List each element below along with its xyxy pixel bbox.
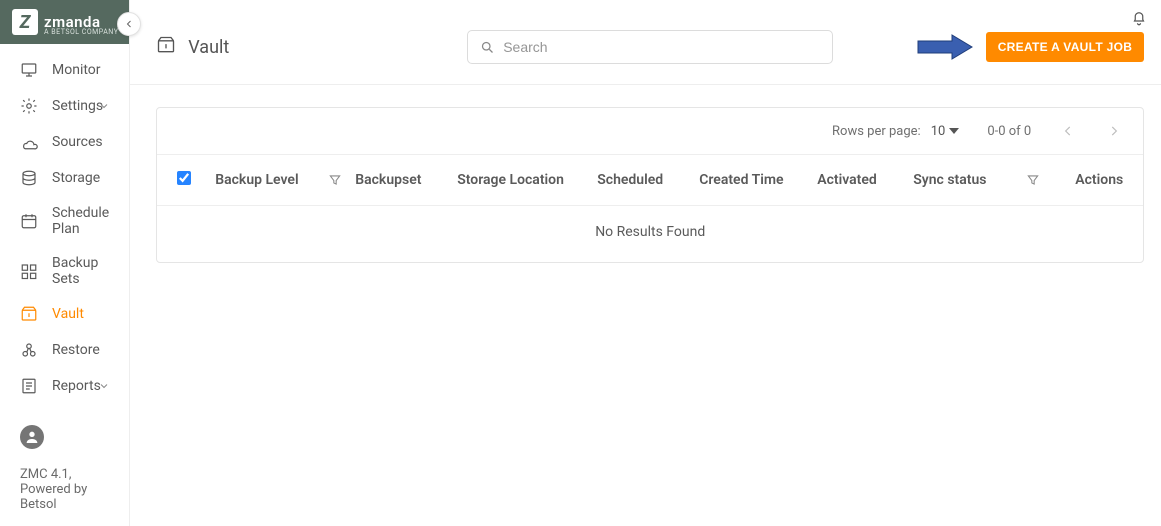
filter-backup-level-button[interactable] <box>325 173 345 187</box>
brand-mark-icon: Z <box>12 9 38 35</box>
sidebar-item-label: Settings <box>52 98 103 114</box>
vault-icon <box>20 305 38 323</box>
calendar-icon <box>20 212 38 230</box>
search-icon <box>480 40 495 55</box>
column-activated[interactable]: Activated <box>817 172 903 188</box>
sidebar-item-vault[interactable]: Vault <box>0 296 129 332</box>
sidebar-footer: ZMC 4.1, Powered by Betsol <box>0 415 129 526</box>
select-all-checkbox[interactable] <box>177 171 191 185</box>
sidebar-nav: Monitor Settings Sources Storage Schedul… <box>0 44 129 415</box>
sidebar-item-label: Restore <box>52 342 100 358</box>
sidebar-item-custom-reports[interactable]: Custom Reports <box>0 404 129 415</box>
create-vault-job-button[interactable]: CREATE A VAULT JOB <box>986 32 1145 62</box>
sidebar-item-reports[interactable]: Reports <box>0 368 129 404</box>
reports-icon <box>20 377 38 395</box>
sidebar-item-label: Schedule Plan <box>52 205 109 237</box>
sidebar-item-backup-sets[interactable]: Backup Sets <box>0 246 129 296</box>
filter-icon <box>1026 173 1040 187</box>
select-all-cell <box>177 171 205 189</box>
sidebar-item-settings[interactable]: Settings <box>0 88 129 124</box>
prev-page-button[interactable] <box>1059 122 1077 140</box>
rows-per-page-value: 10 <box>931 124 946 139</box>
sidebar-item-sources[interactable]: Sources <box>0 124 129 160</box>
sidebar-item-storage[interactable]: Storage <box>0 160 129 196</box>
column-storage-location[interactable]: Storage Location <box>457 172 587 188</box>
topbar <box>130 0 1161 24</box>
next-page-button[interactable] <box>1105 122 1123 140</box>
column-actions: Actions <box>1053 172 1123 188</box>
user-menu-button[interactable] <box>20 425 44 449</box>
search-box[interactable] <box>467 30 833 64</box>
vault-icon <box>156 35 176 59</box>
sidebar-item-label: Vault <box>52 306 84 322</box>
sidebar-item-label: Monitor <box>52 62 101 78</box>
gear-icon <box>20 97 38 115</box>
sidebar-item-label: Storage <box>52 170 100 186</box>
storage-icon <box>20 169 38 187</box>
filter-icon <box>328 173 342 187</box>
rows-per-page-label: Rows per page: <box>832 124 921 139</box>
sidebar-item-label: Reports <box>52 378 101 394</box>
table-pagination-bar: Rows per page: 10 0-0 of 0 <box>157 108 1143 155</box>
filter-sync-status-button[interactable] <box>1023 173 1043 187</box>
sources-icon <box>20 133 38 151</box>
footer-version: ZMC 4.1, Powered by Betsol <box>20 467 109 512</box>
page-title: Vault <box>188 37 229 58</box>
pagination-range: 0-0 of 0 <box>987 124 1031 139</box>
caret-down-icon <box>949 126 959 136</box>
vault-table-card: Rows per page: 10 0-0 of 0 <box>156 107 1144 263</box>
column-backupset[interactable]: Backupset <box>355 172 447 188</box>
sidebar-item-label: Backup Sets <box>52 255 109 287</box>
chevron-down-icon <box>97 99 111 113</box>
brand-tagline: A BETSOL COMPANY <box>44 28 118 36</box>
backupsets-icon <box>20 262 38 280</box>
sidebar-item-schedule-plan[interactable]: Schedule Plan <box>0 196 129 246</box>
table-empty-message: No Results Found <box>157 206 1143 262</box>
sidebar: Z zmanda A BETSOL COMPANY Monitor Settin… <box>0 0 130 526</box>
chevron-down-icon <box>97 379 111 393</box>
sidebar-item-label: Sources <box>52 134 103 150</box>
sidebar-header: Z zmanda A BETSOL COMPANY <box>0 0 129 44</box>
page-header: Vault CREATE A VAULT JOB <box>130 24 1161 85</box>
chevron-left-icon <box>1061 124 1075 138</box>
arrow-annotation-icon <box>916 33 974 61</box>
search-input[interactable] <box>503 39 820 55</box>
restore-icon <box>20 341 38 359</box>
column-created-time[interactable]: Created Time <box>699 172 807 188</box>
sidebar-item-monitor[interactable]: Monitor <box>0 52 129 88</box>
column-scheduled[interactable]: Scheduled <box>597 172 689 188</box>
sidebar-item-restore[interactable]: Restore <box>0 332 129 368</box>
table-header-row: Backup Level Backupset Storage Location … <box>157 155 1143 206</box>
rows-per-page-select[interactable]: 10 <box>931 124 960 139</box>
column-backup-level[interactable]: Backup Level <box>215 172 315 188</box>
monitor-icon <box>20 61 38 79</box>
sidebar-item-label: Custom Reports <box>52 413 109 415</box>
column-sync-status[interactable]: Sync status <box>913 172 1013 188</box>
user-icon <box>24 429 40 445</box>
main: Vault CREATE A VAULT JOB Rows per page <box>130 0 1161 526</box>
chevron-right-icon <box>1107 124 1121 138</box>
content: Rows per page: 10 0-0 of 0 <box>130 85 1161 285</box>
